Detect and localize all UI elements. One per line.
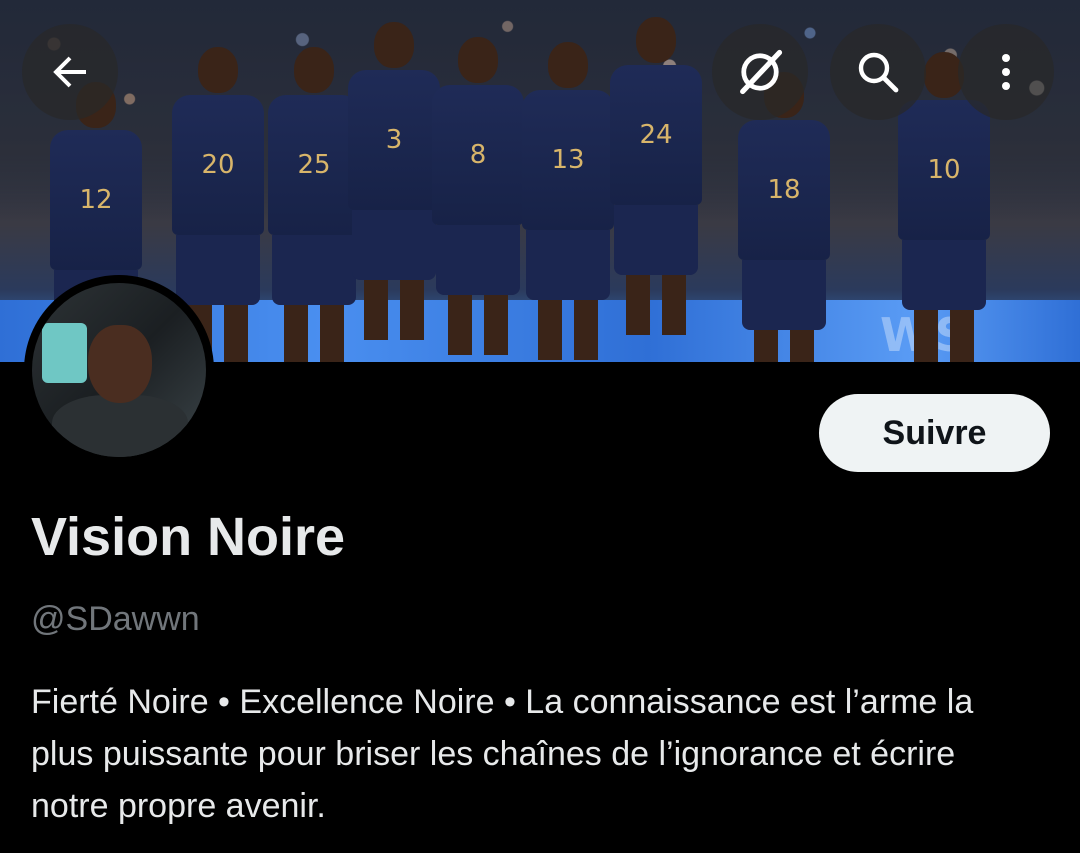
avatar-image: [32, 283, 206, 457]
avatar[interactable]: [24, 275, 214, 465]
back-button[interactable]: [22, 24, 118, 120]
profile-bio: Fierté Noire • Excellence Noire • La con…: [31, 683, 974, 825]
player-figure: 13: [522, 42, 614, 362]
profile-handle: @SDawwn: [31, 600, 200, 638]
more-vertical-icon: [1002, 54, 1010, 90]
player-figure: 8: [432, 37, 524, 362]
player-figure: 25: [268, 47, 360, 362]
player-figure: 3: [348, 22, 440, 362]
player-figure: 24: [610, 17, 702, 362]
profile-name: Vision Noire: [31, 507, 346, 567]
more-button[interactable]: [958, 24, 1054, 120]
follow-button[interactable]: Suivre: [819, 394, 1050, 472]
search-icon: [858, 52, 899, 93]
arrow-left-icon: [53, 56, 86, 88]
slash-circle-icon: [740, 49, 783, 95]
search-button[interactable]: [830, 24, 926, 120]
grok-button[interactable]: [712, 24, 808, 120]
